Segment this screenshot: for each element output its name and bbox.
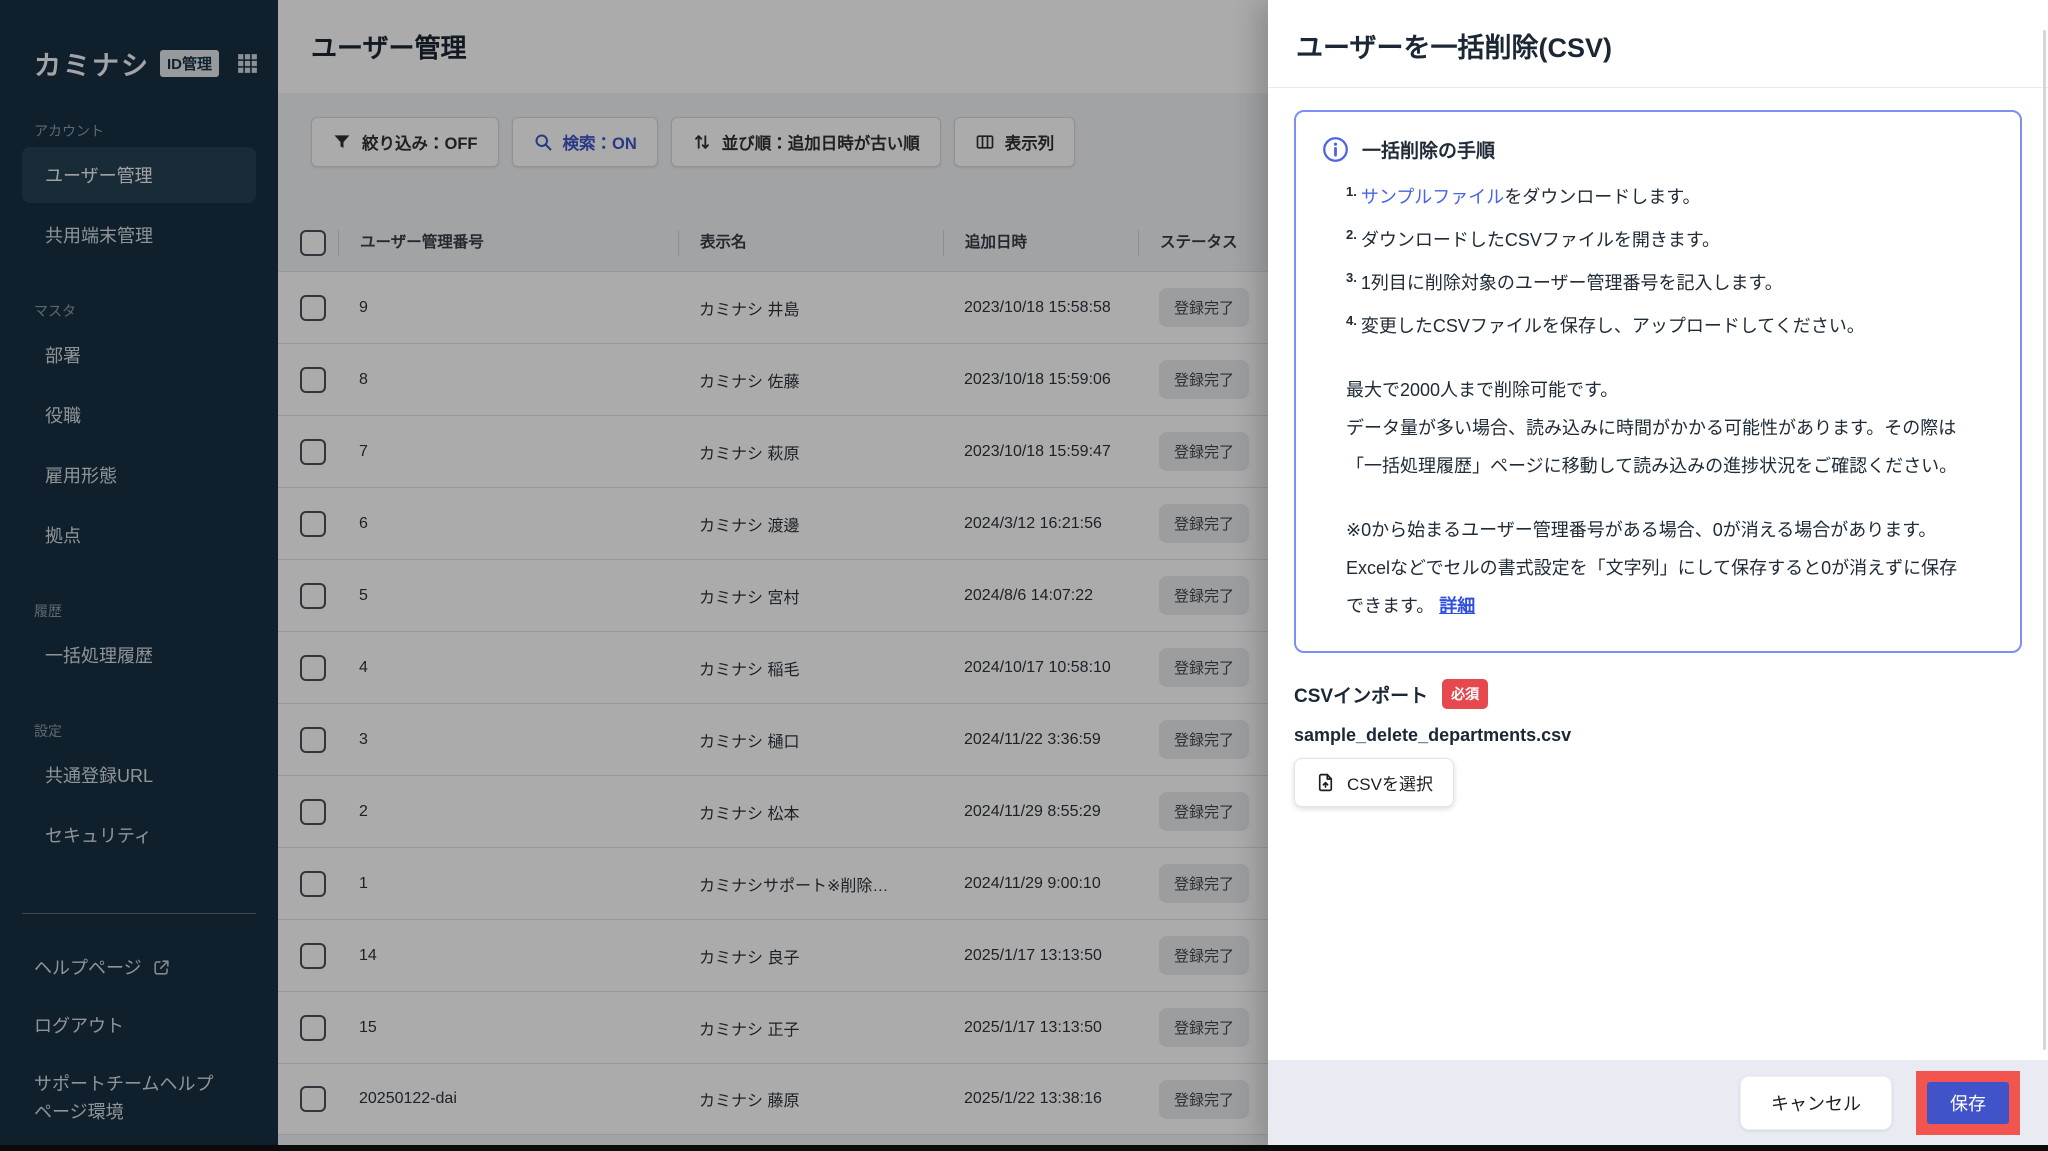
step-text: 1列目に削除対象のユーザー管理番号を記入します。: [1361, 273, 1783, 293]
step-number: 4.: [1346, 313, 1357, 328]
info-box-heading: 一括削除の手順: [1322, 136, 1994, 163]
step-text: ダウンロードしたCSVファイルを開きます。: [1361, 230, 1720, 250]
info-steps-list: 1. サンプルファイルをダウンロードします。 2. ダウンロードしたCSVファイルを開…: [1322, 173, 1994, 345]
csv-filename: sample_delete_departments.csv: [1294, 725, 2022, 746]
drawer-footer: キャンセル 保存: [1268, 1060, 2048, 1145]
details-link[interactable]: 詳細: [1439, 596, 1475, 616]
info-note: ※0から始まるユーザー管理番号がある場合、0が消える場合があります。Excelな…: [1322, 511, 1962, 625]
sample-file-link[interactable]: サンプルファイル: [1361, 187, 1504, 207]
step-text: 変更したCSVファイルを保存し、アップロードしてください。: [1361, 316, 1865, 336]
drawer-body: 一括削除の手順 1. サンプルファイルをダウンロードします。 2. ダウンロードしたC…: [1268, 88, 2048, 829]
step-number: 3.: [1346, 270, 1357, 285]
file-upload-icon: [1315, 772, 1336, 793]
bulk-delete-drawer: ユーザーを一括削除(CSV) 一括削除の手順 1. サンプルファイルをダウンロード…: [1268, 0, 2048, 1145]
step-number: 1.: [1346, 184, 1357, 199]
save-button-highlight: 保存: [1916, 1071, 2020, 1135]
step-text: をダウンロードします。: [1504, 187, 1700, 207]
save-button[interactable]: 保存: [1927, 1082, 2009, 1124]
info-step: 1. サンプルファイルをダウンロードします。: [1346, 173, 1994, 216]
csv-import-row: CSVインポート 必須: [1294, 679, 2022, 709]
csv-import-label: CSVインポート: [1294, 681, 1428, 708]
select-csv-label: CSVを選択: [1347, 770, 1433, 795]
scrollbar[interactable]: [2043, 30, 2046, 1050]
drawer-header: ユーザーを一括削除(CSV): [1268, 0, 2048, 88]
required-badge: 必須: [1442, 679, 1488, 709]
modal-overlay[interactable]: [0, 0, 1268, 1145]
window-bottom-edge: [0, 1145, 2048, 1151]
info-step: 2. ダウンロードしたCSVファイルを開きます。: [1346, 216, 1994, 259]
info-note-text: ※0から始まるユーザー管理番号がある場合、0が消える場合があります。Excelな…: [1346, 520, 1957, 616]
info-step: 3. 1列目に削除対象のユーザー管理番号を記入します。: [1346, 259, 1994, 302]
info-box: 一括削除の手順 1. サンプルファイルをダウンロードします。 2. ダウンロードしたC…: [1294, 110, 2022, 653]
info-heading-text: 一括削除の手順: [1362, 136, 1495, 163]
info-icon: [1322, 136, 1349, 163]
info-paragraph: 最大で2000人まで削除可能です。: [1322, 371, 1962, 409]
step-number: 2.: [1346, 227, 1357, 242]
drawer-title: ユーザーを一括削除(CSV): [1296, 26, 2020, 65]
select-csv-button[interactable]: CSVを選択: [1294, 758, 1454, 807]
app-window: カミナシ ID管理 アカウントユーザー管理共用端末管理マスタ部署役職雇用形態拠点…: [0, 0, 2048, 1151]
info-step: 4. 変更したCSVファイルを保存し、アップロードしてください。: [1346, 302, 1994, 345]
info-paragraph: データ量が多い場合、読み込みに時間がかかる可能性があります。その際は「一括処理履…: [1322, 409, 1962, 485]
cancel-button[interactable]: キャンセル: [1740, 1076, 1892, 1130]
